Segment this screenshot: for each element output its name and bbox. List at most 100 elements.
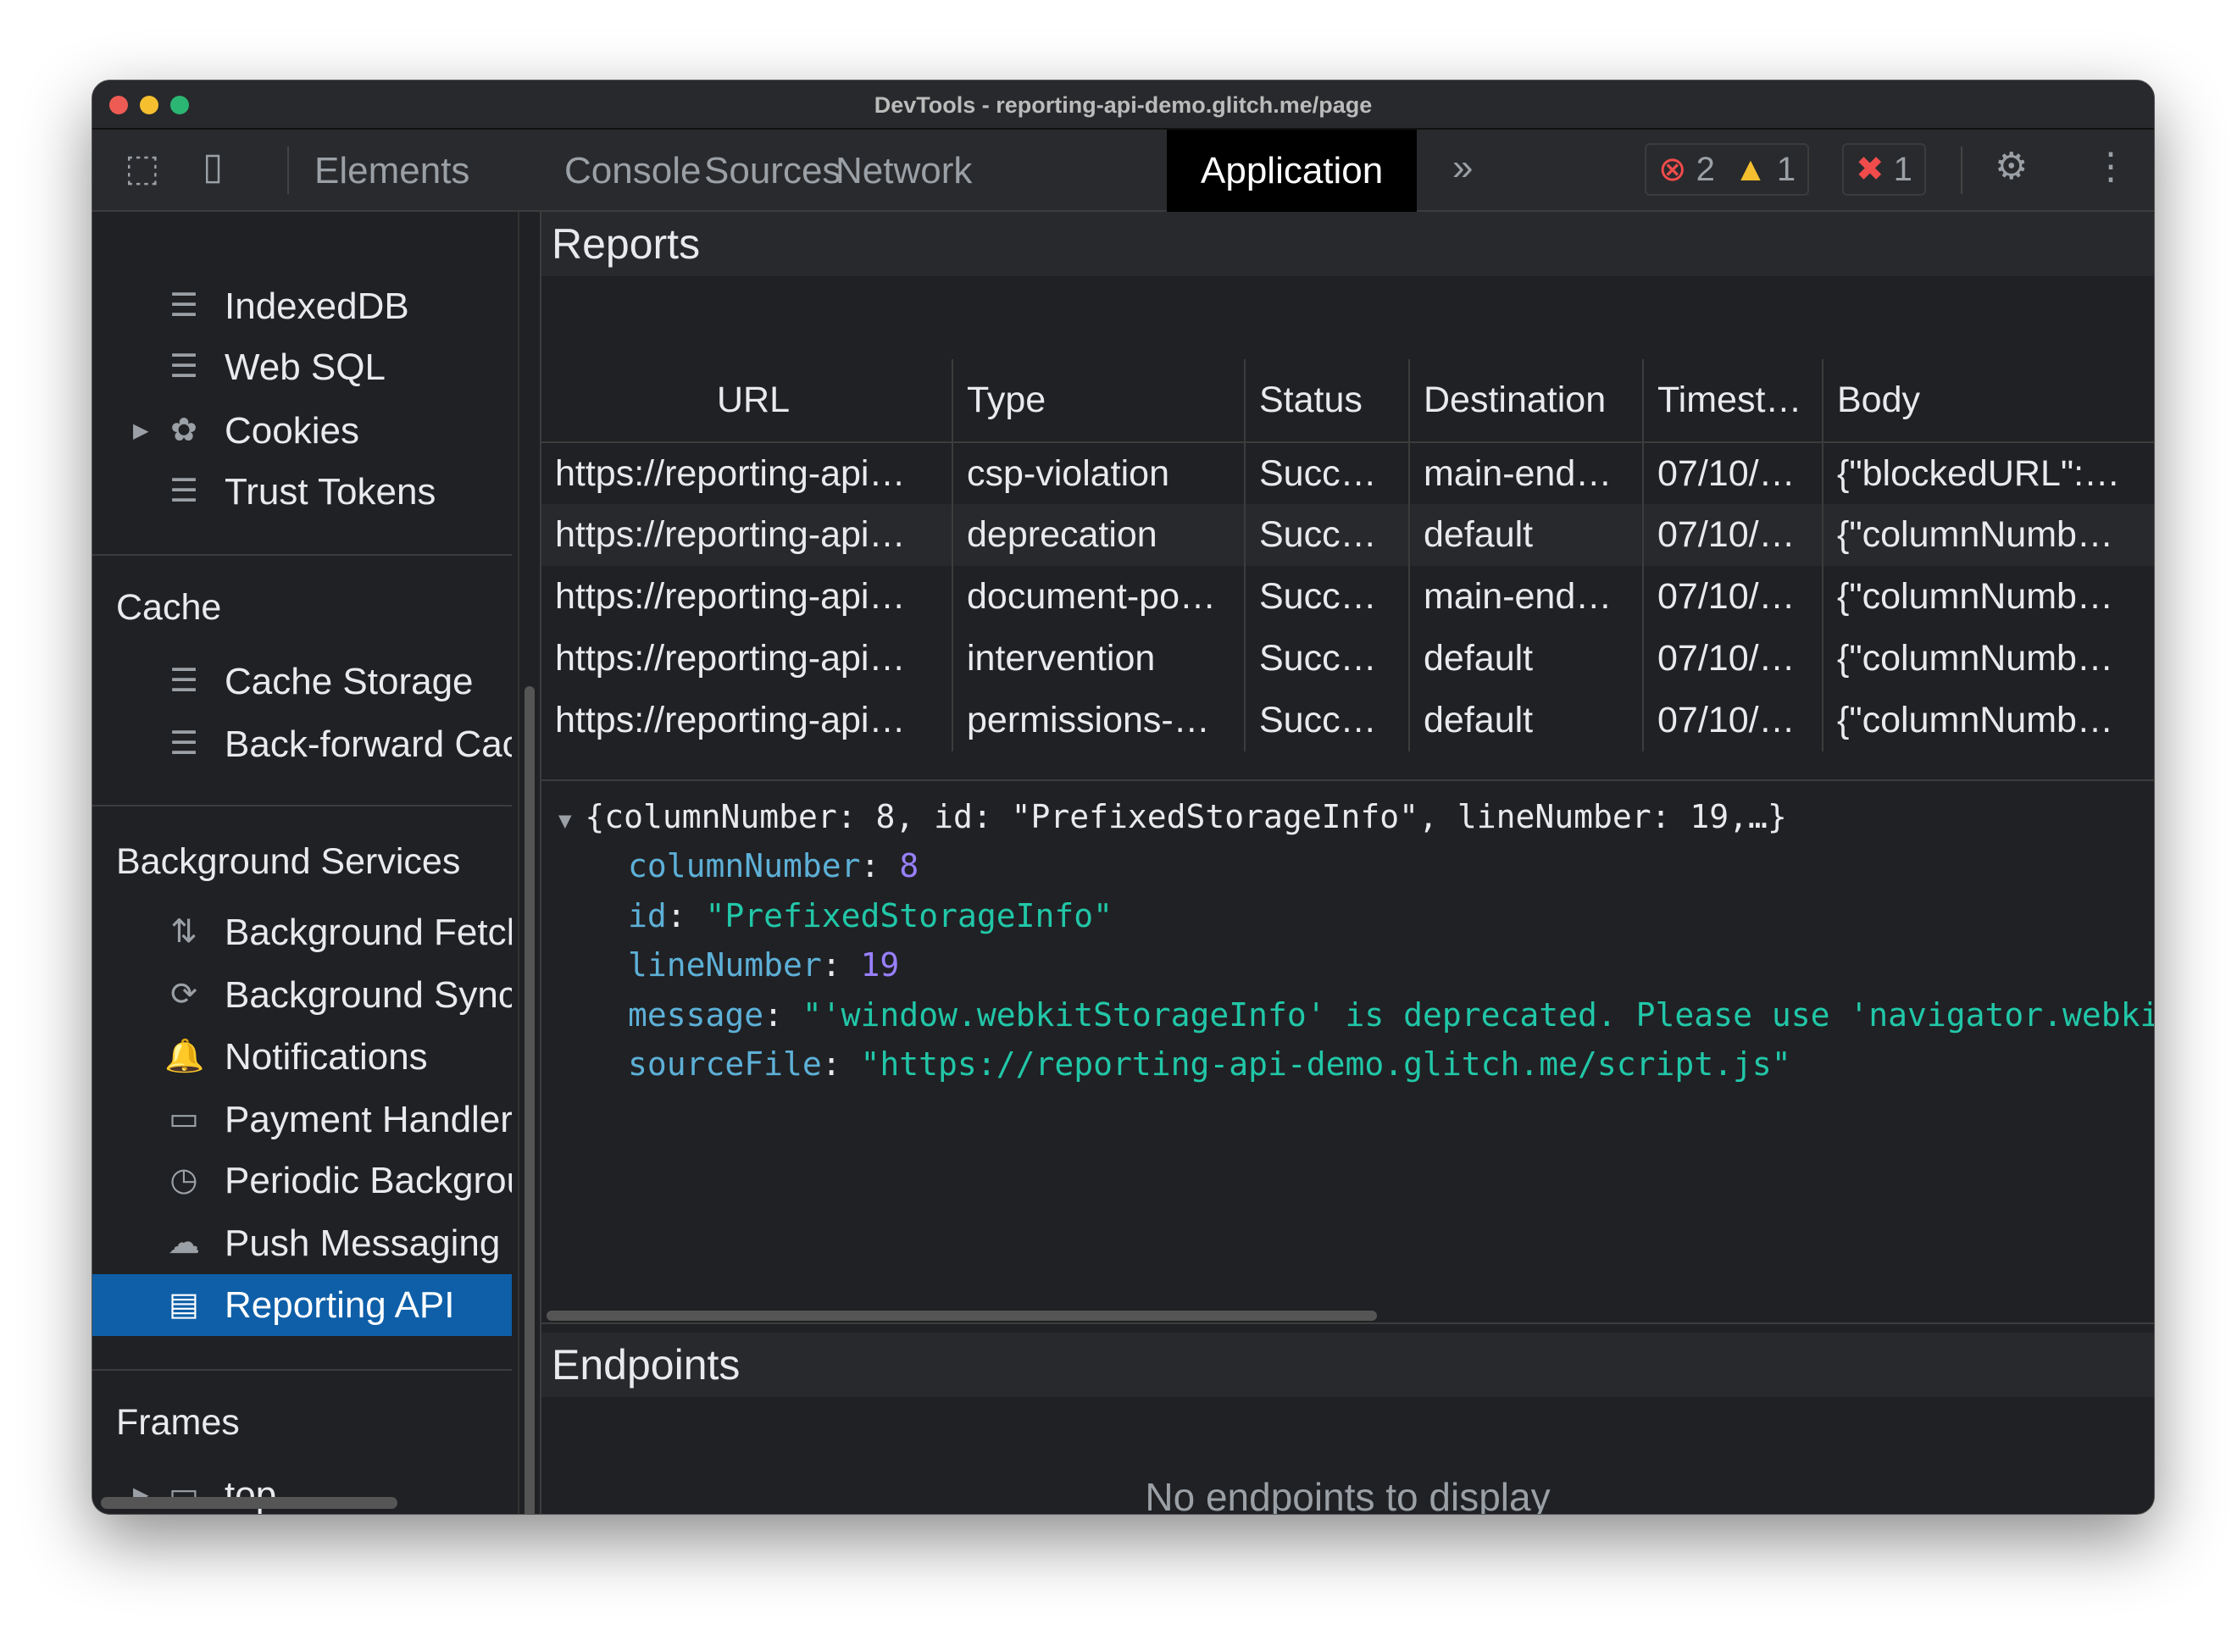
sidebar-item-cache-storage[interactable]: ☰ Cache Storage: [92, 651, 512, 712]
endpoints-header: Endpoints: [541, 1333, 2154, 1397]
property-key: lineNumber: [628, 946, 822, 984]
table-cell: https://reporting-api…: [541, 442, 953, 504]
table-cell: {"columnNumb…: [1823, 566, 2154, 628]
warning-count: 1: [1776, 151, 1796, 188]
issue-icon: ✖: [1856, 151, 1885, 188]
sync-icon: ⟳: [170, 977, 197, 1012]
sidebar-item-reporting-api[interactable]: ▤ Reporting API: [92, 1274, 512, 1336]
database-icon: ☰: [169, 663, 199, 699]
table-cell: deprecation: [952, 504, 1246, 566]
sidebar-item-label: Push Messaging: [225, 1222, 501, 1264]
sidebar-item-background-sync[interactable]: ⟳ Background Sync: [92, 964, 512, 1026]
sidebar-horizontal-scrollbar[interactable]: [101, 1497, 397, 1509]
sidebar-item-web-sql[interactable]: ☰ Web SQL: [92, 336, 512, 398]
more-tabs-icon[interactable]: »: [1452, 147, 1473, 189]
table-cell: Succ…: [1245, 628, 1410, 690]
property-lineNumber: lineNumber: 19: [628, 946, 900, 984]
application-sidebar: ☰ IndexedDB ☰ Web SQL ▶ ✿ Cookies ☰ Trust Tokens…: [92, 212, 512, 1514]
table-cell: {"columnNumb…: [1823, 628, 2154, 690]
title-bar: DevTools - reporting-api-demo.glitch.me/…: [92, 80, 2154, 130]
sidebar-item-trust-tokens[interactable]: ☰ Trust Tokens: [92, 461, 512, 523]
table-cell: main-end…: [1409, 442, 1644, 504]
property-key: columnNumber: [628, 847, 861, 884]
table-cell: https://reporting-api…: [541, 566, 953, 628]
table-cell: {"columnNumb…: [1823, 690, 2154, 751]
sidebar-scrollbar[interactable]: [518, 212, 540, 1514]
collapse-triangle-icon[interactable]: ▼: [558, 808, 585, 834]
column-header-5[interactable]: Body: [1823, 359, 2154, 443]
table-cell: document-po…: [952, 566, 1246, 628]
sidebar-item-periodic-background-sync[interactable]: ◷ Periodic Background Sync: [92, 1150, 512, 1211]
endpoints-empty-message: No endpoints to display: [1145, 1475, 1551, 1515]
sidebar-item-indexeddb[interactable]: ☰ IndexedDB: [92, 275, 512, 337]
sidebar-item-push-messaging[interactable]: ☁ Push Messaging: [92, 1212, 512, 1274]
table-cell: csp-violation: [952, 442, 1246, 504]
table-row[interactable]: https://reporting-api… permissions-… Succ……: [541, 690, 2154, 751]
bell-icon: 🔔: [164, 1039, 205, 1074]
table-row[interactable]: https://reporting-api… csp-violation Succ……: [541, 442, 2154, 504]
reporting-api-panel: Reports URL Type Status Destination Timest… B…: [540, 212, 2154, 1514]
section-background-services: Background Services: [116, 841, 461, 882]
table-cell: 07/10/…: [1643, 504, 1823, 566]
issues-button[interactable]: ✖ 1: [1842, 143, 1926, 196]
sidebar-item-label: Cookies: [225, 410, 359, 452]
device-toggle-icon[interactable]: ▯: [203, 145, 223, 188]
expand-arrow-icon[interactable]: ▶: [133, 400, 148, 462]
divider: [92, 1369, 512, 1371]
database-icon: ☰: [169, 726, 199, 762]
tab-application[interactable]: Application: [1167, 130, 1418, 212]
table-cell: 07/10/…: [1643, 690, 1823, 751]
summary-text: {columnNumber: 8, id: "PrefixedStorageIn…: [585, 798, 1787, 835]
sidebar-item-cookies[interactable]: ▶ ✿ Cookies: [92, 400, 512, 462]
sidebar-item-label: Web SQL: [225, 346, 386, 388]
settings-gear-icon[interactable]: ⚙: [1995, 145, 2028, 188]
console-counts-button[interactable]: ⊗ 2 ▲ 1: [1645, 143, 1810, 196]
detail-horizontal-scrollbar[interactable]: [541, 1307, 2154, 1324]
column-header-3[interactable]: Destination: [1409, 359, 1644, 443]
column-header-1[interactable]: Type: [952, 359, 1246, 443]
table-row[interactable]: https://reporting-api… intervention Succ… d…: [541, 628, 2154, 690]
issue-count: 1: [1893, 151, 1912, 188]
sidebar-item-back-forward-cache[interactable]: ☰ Back-forward Cache: [92, 713, 512, 775]
sidebar-item-notifications[interactable]: 🔔 Notifications: [92, 1026, 512, 1088]
tab-elements[interactable]: Elements: [280, 130, 503, 212]
table-cell: Succ…: [1245, 442, 1410, 504]
column-header-0[interactable]: URL: [541, 359, 953, 443]
table-row[interactable]: https://reporting-api… document-po… Succ… m…: [541, 566, 2154, 628]
database-icon: ☰: [169, 349, 199, 385]
sidebar-item-label: Payment Handler: [225, 1099, 512, 1140]
property-value: "https://reporting-api-demo.glitch.me/sc…: [860, 1045, 1791, 1083]
reports-table: URL Type Status Destination Timest… Body http…: [541, 359, 2154, 751]
sidebar-item-label: Notifications: [225, 1036, 428, 1078]
cloud-icon: ☁: [168, 1225, 200, 1261]
table-cell: Succ…: [1245, 566, 1410, 628]
database-icon: ☰: [169, 474, 199, 509]
sidebar-item-label: IndexedDB: [225, 285, 409, 327]
section-cache: Cache: [116, 587, 222, 628]
table-cell: permissions-…: [952, 690, 1246, 751]
tab-network[interactable]: Network: [802, 130, 1006, 212]
clock-icon: ◷: [169, 1162, 198, 1198]
column-header-2[interactable]: Status: [1245, 359, 1410, 443]
object-summary[interactable]: ▼ {columnNumber: 8, id: "PrefixedStorage…: [558, 798, 1787, 835]
report-body-viewer: ▼ {columnNumber: 8, id: "PrefixedStorage…: [541, 779, 2154, 1305]
warning-icon: ▲: [1734, 151, 1768, 188]
sidebar-item-label: Back-forward Cache: [225, 723, 512, 765]
inspect-element-icon[interactable]: ⬚: [125, 147, 160, 190]
property-key: message: [628, 995, 764, 1034]
property-id: id: "PrefixedStorageInfo": [628, 896, 1113, 934]
card-icon: ▭: [169, 1101, 199, 1137]
property-value: "'window.webkitStorageInfo' is deprecate…: [802, 995, 2154, 1034]
table-cell: default: [1409, 504, 1644, 566]
table-cell: {"blockedURL":…: [1823, 442, 2154, 504]
sidebar-item-label: Cache Storage: [225, 661, 474, 702]
more-options-icon[interactable]: ⋮: [2092, 145, 2129, 188]
error-icon: ⊗: [1658, 151, 1687, 188]
table-cell: default: [1409, 628, 1644, 690]
sidebar-item-background-fetch[interactable]: ⇅ Background Fetch: [92, 901, 512, 963]
table-row[interactable]: https://reporting-api… deprecation Succ… de…: [541, 504, 2154, 566]
property-key: sourceFile: [628, 1045, 822, 1083]
table-cell: 07/10/…: [1643, 442, 1823, 504]
sidebar-item-payment-handler[interactable]: ▭ Payment Handler: [92, 1089, 512, 1150]
column-header-4[interactable]: Timest…: [1643, 359, 1823, 443]
